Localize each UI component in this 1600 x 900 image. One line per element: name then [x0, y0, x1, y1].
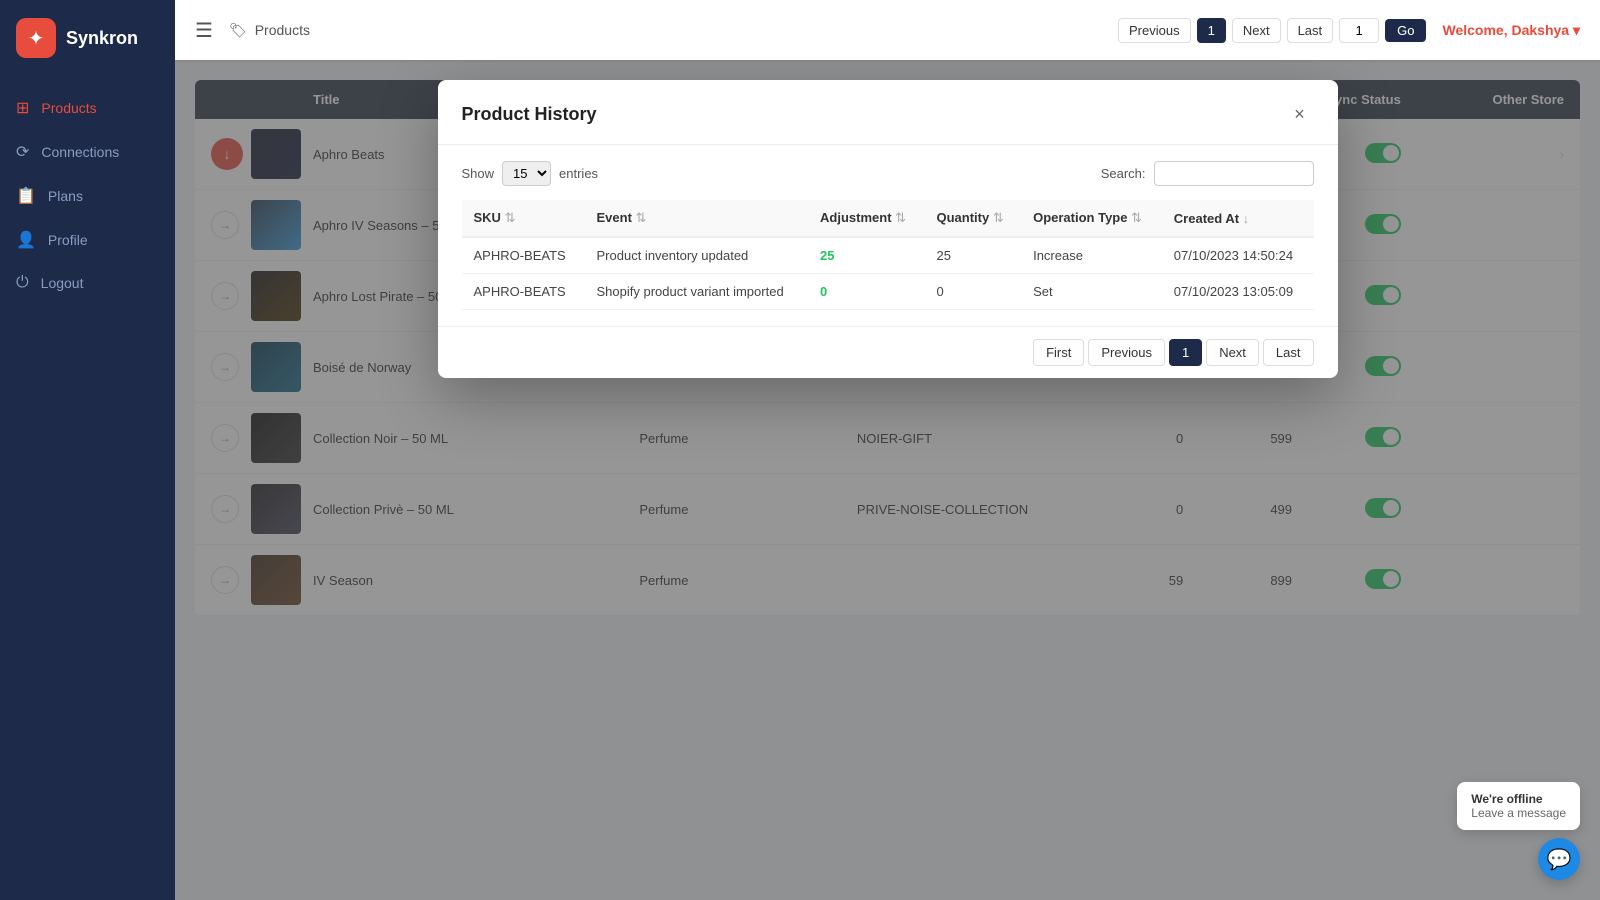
col-adjustment-header: Adjustment ⇅ — [808, 200, 924, 237]
sidebar-item-logout[interactable]: ⏻ Logout — [0, 262, 175, 304]
cell-adjustment: 25 — [808, 237, 924, 274]
entries-select[interactable]: 15 25 50 — [502, 161, 551, 186]
breadcrumb-label: Products — [255, 22, 310, 38]
sidebar-item-plans[interactable]: 📋 Plans — [0, 174, 175, 218]
search-label: Search: — [1101, 166, 1146, 181]
pagination-page-1-button[interactable]: 1 — [1169, 339, 1202, 366]
modal-pagination: First Previous 1 Next Last — [438, 326, 1338, 378]
plans-icon: 📋 — [16, 186, 36, 206]
cell-event: Product inventory updated — [585, 237, 809, 274]
topbar: ☰ 🏷 Products Previous 1 Next Last Go Wel… — [175, 0, 1600, 60]
topbar-previous-button[interactable]: Previous — [1118, 18, 1191, 43]
cell-quantity: 25 — [925, 237, 1022, 274]
topbar-go-button[interactable]: Go — [1385, 19, 1426, 42]
pagination-last-button[interactable]: Last — [1263, 339, 1314, 366]
table-row: APHRO-BEATS Product inventory updated 25… — [462, 237, 1314, 274]
search-input[interactable] — [1154, 161, 1314, 186]
modal-title: Product History — [462, 104, 597, 125]
sidebar-item-plans-label: Plans — [48, 188, 83, 204]
modal-close-button[interactable]: × — [1286, 100, 1314, 128]
chat-widget: We're offline Leave a message 💬 — [1457, 782, 1580, 880]
content-area: Title Category SKU Qty Price Sync Status… — [175, 60, 1600, 900]
col-created-header: Created At ↓ — [1162, 200, 1314, 237]
cell-event: Shopify product variant imported — [585, 274, 809, 310]
topbar-page-1-button[interactable]: 1 — [1197, 18, 1226, 43]
modal-header: Product History × — [438, 80, 1338, 145]
pagination-first-button[interactable]: First — [1033, 339, 1084, 366]
cell-sku: APHRO-BEATS — [462, 274, 585, 310]
pagination-next-button[interactable]: Next — [1206, 339, 1259, 366]
show-entries-control: Show 15 25 50 entries — [462, 161, 599, 186]
welcome-text[interactable]: Welcome, Dakshya ▾ — [1442, 22, 1580, 39]
topbar-last-button[interactable]: Last — [1287, 18, 1334, 43]
app-logo-icon: ✦ — [16, 18, 56, 58]
modal-overlay: Product History × Show 15 25 50 entries — [175, 60, 1600, 900]
sidebar-item-profile[interactable]: 👤 Profile — [0, 218, 175, 262]
col-quantity-header: Quantity ⇅ — [925, 200, 1022, 237]
sidebar-item-logout-label: Logout — [41, 275, 84, 291]
sidebar-item-products-label: Products — [41, 100, 96, 116]
logout-icon: ⏻ — [16, 274, 29, 292]
pagination-previous-button[interactable]: Previous — [1088, 339, 1165, 366]
products-icon: ⊞ — [16, 98, 29, 118]
modal-body: Show 15 25 50 entries Search: — [438, 145, 1338, 326]
hamburger-menu[interactable]: ☰ — [195, 18, 213, 43]
table-controls: Show 15 25 50 entries Search: — [462, 161, 1314, 186]
chat-offline-bubble: We're offline Leave a message — [1457, 782, 1580, 830]
app-name: Synkron — [66, 28, 138, 49]
chat-avatar-button[interactable]: 💬 — [1538, 838, 1580, 880]
chat-offline-text: We're offline — [1471, 792, 1566, 806]
page-navigation-bar: Previous 1 Next Last Go — [1118, 18, 1426, 43]
cell-adjustment: 0 — [808, 274, 924, 310]
topbar-next-button[interactable]: Next — [1232, 18, 1281, 43]
sidebar-item-products[interactable]: ⊞ Products — [0, 86, 175, 130]
breadcrumb-icon: 🏷 — [229, 22, 247, 39]
chat-leave-message: Leave a message — [1471, 806, 1566, 820]
topbar-left: ☰ 🏷 Products — [195, 18, 310, 43]
col-event-header: Event ⇅ — [585, 200, 809, 237]
sidebar-item-connections-label: Connections — [41, 144, 119, 160]
col-operation-header: Operation Type ⇅ — [1021, 200, 1162, 237]
connections-icon: ⟳ — [16, 142, 29, 162]
main-area: ☰ 🏷 Products Previous 1 Next Last Go Wel… — [175, 0, 1600, 900]
cell-created-at: 07/10/2023 14:50:24 — [1162, 237, 1314, 274]
col-sku-header: SKU ⇅ — [462, 200, 585, 237]
cell-sku: APHRO-BEATS — [462, 237, 585, 274]
welcome-dropdown-icon: ▾ — [1573, 22, 1580, 38]
cell-created-at: 07/10/2023 13:05:09 — [1162, 274, 1314, 310]
history-table: SKU ⇅ Event ⇅ Adjustment ⇅ Quantity ⇅ Op… — [462, 200, 1314, 310]
profile-icon: 👤 — [16, 230, 36, 250]
product-history-modal: Product History × Show 15 25 50 entries — [438, 80, 1338, 378]
table-row: APHRO-BEATS Shopify product variant impo… — [462, 274, 1314, 310]
sidebar: ✦ Synkron ⊞ Products ⟳ Connections 📋 Pla… — [0, 0, 175, 900]
sidebar-item-profile-label: Profile — [48, 232, 88, 248]
cell-operation-type: Set — [1021, 274, 1162, 310]
topbar-page-input[interactable] — [1339, 18, 1379, 43]
cell-operation-type: Increase — [1021, 237, 1162, 274]
sidebar-item-connections[interactable]: ⟳ Connections — [0, 130, 175, 174]
cell-quantity: 0 — [925, 274, 1022, 310]
breadcrumb: 🏷 Products — [229, 22, 310, 39]
search-box: Search: — [1101, 161, 1314, 186]
show-label: Show — [462, 166, 495, 181]
topbar-right: Previous 1 Next Last Go Welcome, Dakshya… — [1118, 18, 1580, 43]
entries-suffix: entries — [559, 166, 598, 181]
sidebar-navigation: ⊞ Products ⟳ Connections 📋 Plans 👤 Profi… — [0, 76, 175, 900]
sidebar-logo: ✦ Synkron — [0, 0, 175, 76]
